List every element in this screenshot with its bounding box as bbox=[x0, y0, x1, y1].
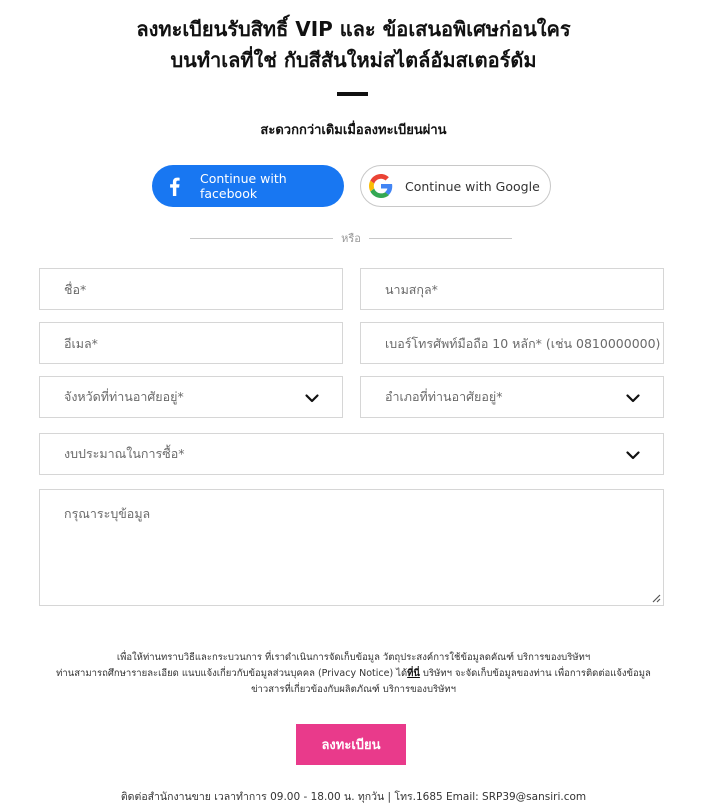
district-select-label: อำเภอที่ท่านอาศัยอยู่* bbox=[385, 389, 503, 404]
phone-input[interactable] bbox=[385, 323, 663, 363]
register-submit-button[interactable]: ลงทะเบียน bbox=[296, 724, 406, 765]
notice-line-3: ข่าวสารที่เกี่ยวข้องกับผลิตภัณฑ์ บริการข… bbox=[251, 684, 456, 695]
notice-line-2-pre: ท่านสามารถศึกษารายละเอียด แนบแจ้งเกี่ยวก… bbox=[56, 668, 408, 679]
google-login-label: Continue with Google bbox=[405, 178, 540, 194]
register-submit-label: ลงทะเบียน bbox=[321, 738, 381, 753]
first-name-field[interactable] bbox=[39, 268, 343, 310]
district-select[interactable]: อำเภอที่ท่านอาศัยอยู่* bbox=[360, 376, 664, 418]
message-placeholder: กรุณาระบุข้อมูล bbox=[64, 506, 151, 521]
google-login-button[interactable]: Continue with Google bbox=[360, 165, 551, 207]
title-line-1: ลงทะเบียนรับสิทธิ์ VIP และ ข้อเสนอพิเศษก… bbox=[136, 17, 571, 41]
email-field[interactable] bbox=[39, 322, 343, 364]
email-input[interactable] bbox=[64, 323, 342, 363]
or-text: หรือ bbox=[341, 232, 361, 245]
separator-line-right bbox=[368, 237, 513, 239]
contact-footer: ติดต่อสำนักงานขาย เวลาทำการ 09.00 - 18.0… bbox=[120, 791, 587, 803]
budget-select[interactable]: งบประมาณในการซื้อ* bbox=[39, 433, 664, 475]
title-divider bbox=[337, 92, 368, 96]
separator-line-left bbox=[190, 237, 334, 239]
facebook-login-label: Continue with facebook bbox=[200, 171, 287, 201]
subtitle: สะดวกกว่าเดิมเมื่อลงทะเบียนผ่าน bbox=[260, 123, 447, 138]
phone-field[interactable] bbox=[360, 322, 664, 364]
notice-line-2-post: บริษัทฯ จะจัดเก็บข้อมูลของท่าน เพื่อการต… bbox=[419, 668, 651, 679]
last-name-field[interactable] bbox=[360, 268, 664, 310]
facebook-login-button[interactable]: Continue with facebook bbox=[152, 165, 344, 207]
title-line-2: บนทำเลที่ใช่ กับสีสันใหม่สไตล์อัมสเตอร์ด… bbox=[170, 48, 537, 72]
resize-handle-icon[interactable] bbox=[651, 593, 661, 603]
chevron-down-icon bbox=[626, 394, 640, 403]
chevron-down-icon bbox=[626, 451, 640, 460]
first-name-input[interactable] bbox=[64, 269, 342, 309]
message-textarea[interactable]: กรุณาระบุข้อมูล bbox=[39, 489, 664, 606]
page-title: ลงทะเบียนรับสิทธิ์ VIP และ ข้อเสนอพิเศษก… bbox=[0, 14, 707, 76]
budget-select-label: งบประมาณในการซื้อ* bbox=[64, 446, 185, 461]
notice-line-1: เพื่อให้ท่านทราบวิธีและกระบวนการ ที่เราด… bbox=[116, 652, 591, 663]
privacy-notice-link[interactable]: ที่นี่ bbox=[407, 668, 420, 679]
chevron-down-icon bbox=[305, 394, 319, 403]
province-select-label: จังหวัดที่ท่านอาศัยอยู่* bbox=[64, 389, 184, 404]
notice-line-2: ท่านสามารถศึกษารายละเอียด แนบแจ้งเกี่ยวก… bbox=[0, 666, 707, 682]
or-separator: หรือ bbox=[190, 230, 513, 246]
privacy-notice: เพื่อให้ท่านทราบวิธีและกระบวนการ ที่เราด… bbox=[0, 650, 707, 698]
last-name-input[interactable] bbox=[385, 269, 663, 309]
google-icon bbox=[369, 174, 393, 198]
province-select[interactable]: จังหวัดที่ท่านอาศัยอยู่* bbox=[39, 376, 343, 418]
facebook-icon bbox=[164, 175, 186, 197]
